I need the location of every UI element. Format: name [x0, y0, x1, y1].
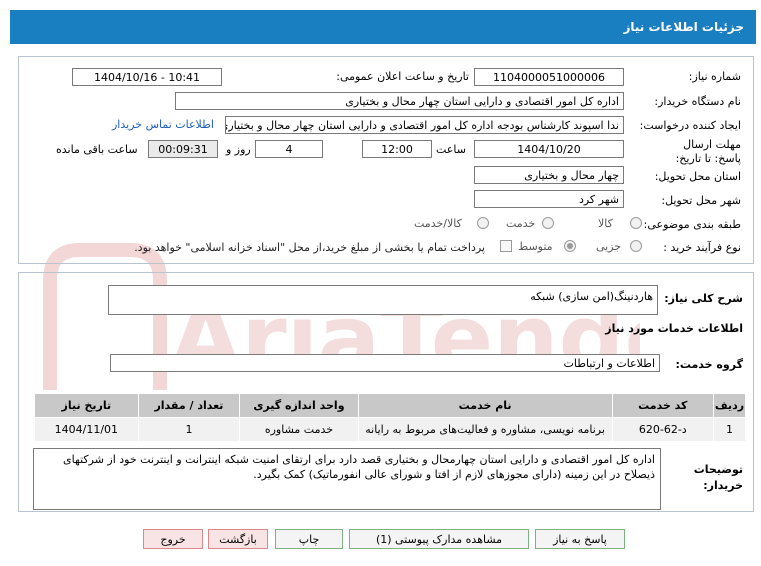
day-and-label: روز و — [226, 143, 251, 156]
category-service-radio[interactable] — [542, 217, 554, 229]
announce-date-field: 1404/10/16 - 10:41 — [72, 68, 222, 86]
service-group-label: گروه خدمت: — [675, 358, 743, 371]
buyer-notes-label: توضیحات خریدار: — [693, 463, 743, 492]
col-row-header: ردیف — [713, 393, 746, 418]
service-group-field: اطلاعات و ارتباطات — [110, 354, 660, 372]
buyer-field: اداره کل امور اقتصادی و دارایی استان چها… — [175, 92, 624, 110]
col-unit-header: واحد اندازه گیری — [239, 393, 359, 418]
need-number-field: 1104000051000006 — [474, 68, 624, 86]
view-attachments-button[interactable]: مشاهده مدارک پیوستی (1) — [349, 529, 529, 549]
process-minor-radio[interactable] — [630, 240, 642, 252]
province-field: چهار محال و بختیاری — [474, 166, 624, 184]
creator-field: ندا اسپوند کارشناس بودجه اداره کل امور ا… — [225, 116, 624, 134]
announce-date-label: تاریخ و ساعت اعلان عمومی: — [336, 70, 469, 83]
process-medium-radio[interactable] — [564, 240, 576, 252]
deadline-date-field: 1404/10/20 — [474, 140, 624, 158]
page-header: جزئیات اطلاعات نیاز — [10, 10, 756, 44]
deadline-time-field: 12:00 — [362, 140, 432, 158]
back-button[interactable]: بازگشت — [208, 529, 268, 549]
need-date-cell: 1404/11/01 — [34, 417, 139, 442]
print-button[interactable]: چاپ — [275, 529, 343, 549]
quantity-cell: 1 — [137, 417, 241, 442]
deadline-time-label: ساعت — [436, 143, 466, 156]
city-field: شهر کرد — [474, 190, 624, 208]
description-field: هاردنینگ(امن سازی) شبکه — [108, 285, 658, 315]
process-minor-label: جزیی — [596, 240, 622, 253]
time-remaining-label: ساعت باقی مانده — [56, 143, 138, 156]
row-index-cell: 1 — [713, 417, 746, 442]
col-name-header: نام خدمت — [357, 393, 613, 418]
col-date-header: تاریخ نیاز — [34, 393, 139, 418]
process-medium-label: متوسط — [518, 240, 553, 253]
description-label: شرح کلی نیاز: — [664, 292, 743, 305]
creator-label: ایجاد کننده درخواست: — [639, 119, 741, 132]
service-name-cell: برنامه نویسی، مشاوره و فعالیت‌های مربوط … — [357, 417, 613, 442]
category-goods-label: کالا — [598, 217, 613, 230]
exit-button[interactable]: خروج — [143, 529, 203, 549]
unit-cell: خدمت مشاوره — [239, 417, 359, 442]
city-label: شهر محل تحویل: — [661, 194, 741, 207]
treasury-payment-checkbox[interactable] — [500, 240, 512, 252]
category-goods-radio[interactable] — [630, 217, 642, 229]
category-both-label: کالا/خدمت — [414, 217, 462, 230]
services-table-wrap: ردیف کد خدمت نام خدمت واحد اندازه گیری ت… — [34, 393, 746, 442]
col-code-header: کد خدمت — [611, 393, 715, 418]
category-label: طبقه بندی موضوعی: — [643, 218, 741, 231]
info-panel — [18, 56, 754, 264]
services-table: ردیف کد خدمت نام خدمت واحد اندازه گیری ت… — [34, 393, 746, 442]
services-section-title: اطلاعات خدمات مورد نیاز — [605, 322, 743, 335]
process-type-label: نوع فرآیند خرید : — [663, 241, 741, 254]
col-qty-header: تعداد / مقدار — [137, 393, 241, 418]
table-row: 1 د-62-620 برنامه نویسی، مشاوره و فعالیت… — [34, 417, 746, 442]
need-number-label: شماره نیاز: — [688, 70, 741, 83]
reply-button[interactable]: پاسخ به نیاز — [535, 529, 625, 549]
contact-buyer-link[interactable]: اطلاعات تماس خریدار — [112, 118, 214, 131]
buyer-label: نام دستگاه خریدار: — [654, 95, 741, 108]
category-service-label: خدمت — [506, 217, 536, 230]
treasury-payment-note: پرداخت تمام یا بخشی از مبلغ خرید،از محل … — [134, 241, 485, 254]
category-both-radio[interactable] — [477, 217, 489, 229]
buyer-notes-field: اداره کل امور اقتصادی و دارایی استان چها… — [33, 448, 661, 510]
province-label: استان محل تحویل: — [654, 170, 741, 183]
deadline-label: مهلت ارسال پاسخ: تا تاریخ: — [675, 138, 741, 165]
time-remaining-field: 00:09:31 — [148, 140, 218, 158]
table-header-row: ردیف کد خدمت نام خدمت واحد اندازه گیری ت… — [34, 393, 746, 418]
days-remaining-field: 4 — [255, 140, 323, 158]
service-code-cell: د-62-620 — [611, 417, 715, 442]
